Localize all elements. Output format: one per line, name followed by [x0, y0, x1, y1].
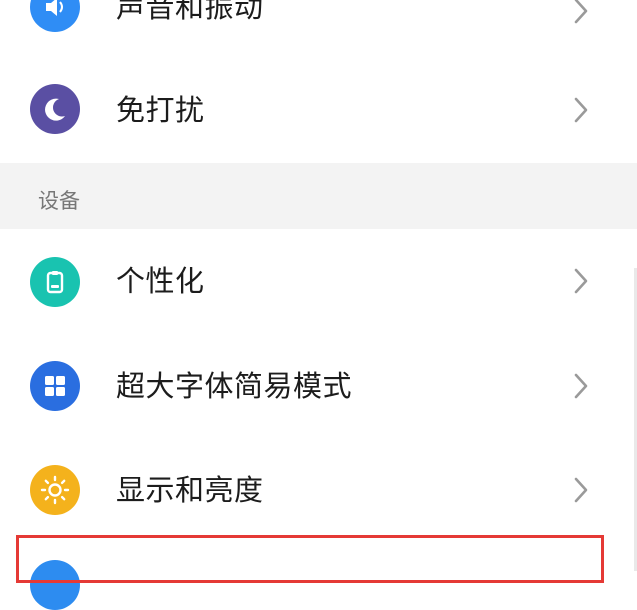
settings-item-large-font-simple-mode[interactable]: 超大字体简易模式: [0, 333, 637, 439]
moon-icon: [30, 84, 80, 134]
highlight-box: [16, 535, 604, 583]
settings-item-label: 显示和亮度: [116, 473, 264, 507]
settings-item-label: 个性化: [116, 264, 205, 298]
speaker-icon: [30, 0, 80, 32]
settings-item-label: 免打扰: [116, 93, 205, 127]
sun-icon: [30, 465, 80, 515]
chevron-right-icon: [574, 97, 588, 123]
settings-item-display-brightness[interactable]: 显示和亮度: [0, 439, 637, 535]
chevron-right-icon: [574, 268, 588, 294]
settings-item-label: 超大字体简易模式: [116, 369, 353, 403]
chevron-right-icon: [574, 477, 588, 503]
chevron-right-icon: [574, 373, 588, 399]
grid-icon: [30, 361, 80, 411]
settings-item-do-not-disturb[interactable]: 免打扰: [0, 55, 637, 163]
chevron-right-icon: [574, 0, 588, 24]
settings-item-personalization[interactable]: 个性化: [0, 229, 637, 333]
settings-item-label: 声音和振动: [116, 0, 264, 24]
phone-theme-icon: [30, 257, 80, 307]
section-title: 设备: [38, 189, 80, 213]
section-header: [0, 163, 637, 229]
settings-item-sound-vibration[interactable]: 声音和振动: [0, 0, 637, 50]
